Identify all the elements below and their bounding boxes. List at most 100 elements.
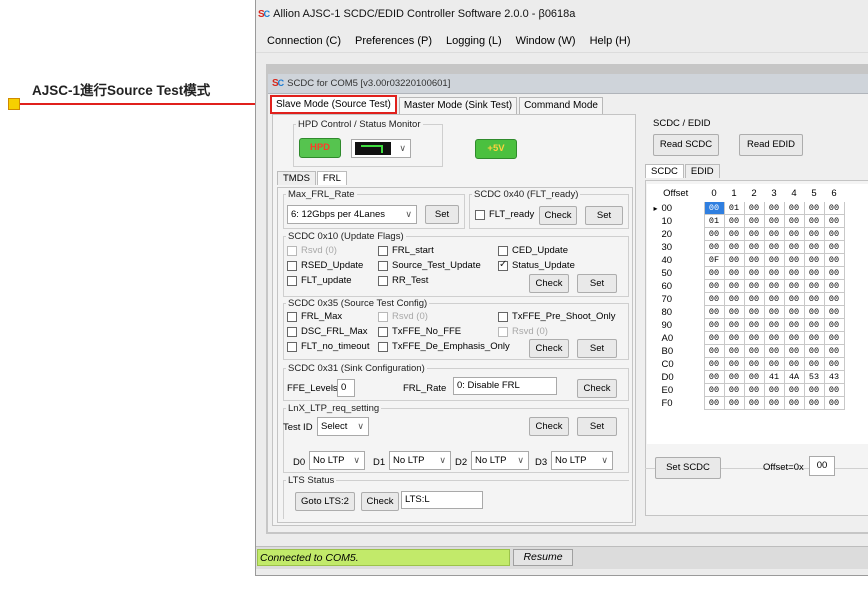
register-cell[interactable]: 00: [823, 227, 845, 241]
lts-status-field[interactable]: LTS:L: [401, 491, 483, 509]
max-frl-set-button[interactable]: Set: [425, 205, 459, 224]
register-cell[interactable]: 00: [803, 214, 825, 228]
source-test-update-checkbox[interactable]: Source_Test_Update: [378, 260, 481, 271]
register-cell[interactable]: 00: [703, 370, 725, 384]
register-cell[interactable]: 00: [743, 370, 765, 384]
register-cell[interactable]: 00: [763, 383, 785, 397]
register-cell[interactable]: 00: [803, 331, 825, 345]
register-cell[interactable]: 00: [783, 279, 805, 293]
x10-set-button[interactable]: Set: [577, 274, 617, 293]
txffe-no-ffe-checkbox[interactable]: TxFFE_No_FFE: [378, 326, 461, 337]
register-cell[interactable]: 00: [783, 344, 805, 358]
x31-check-button[interactable]: Check: [577, 379, 617, 398]
menu-help[interactable]: Help (H): [583, 30, 638, 52]
register-cell[interactable]: 00: [783, 266, 805, 280]
register-cell[interactable]: 00: [783, 357, 805, 371]
register-cell[interactable]: 00: [783, 292, 805, 306]
register-cell[interactable]: 00: [743, 318, 765, 332]
register-cell[interactable]: 00: [783, 201, 805, 215]
hpd-button[interactable]: HPD: [299, 138, 341, 158]
tab-master-mode[interactable]: Master Mode (Sink Test): [398, 97, 518, 114]
max-frl-select[interactable]: 6: 12Gbps per 4Lanes ∨: [287, 205, 417, 224]
goto-lts-button[interactable]: Goto LTS:2: [295, 492, 355, 511]
register-cell[interactable]: 00: [763, 266, 785, 280]
menu-window[interactable]: Window (W): [509, 30, 583, 52]
register-cell[interactable]: 00: [763, 214, 785, 228]
register-cell[interactable]: 00: [743, 383, 765, 397]
register-cell[interactable]: 00: [763, 331, 785, 345]
register-cell[interactable]: 00: [723, 331, 745, 345]
register-cell[interactable]: 00: [823, 279, 845, 293]
register-cell[interactable]: 00: [723, 253, 745, 267]
register-cell[interactable]: 00: [803, 357, 825, 371]
register-cell[interactable]: 00: [823, 253, 845, 267]
register-cell[interactable]: 00: [723, 305, 745, 319]
register-cell[interactable]: 00: [703, 266, 725, 280]
offset-field[interactable]: 00: [809, 456, 835, 476]
register-cell[interactable]: 00: [743, 331, 765, 345]
frl-rate-field[interactable]: 0: Disable FRL: [453, 377, 557, 395]
read-scdc-button[interactable]: Read SCDC: [653, 134, 719, 156]
register-cell[interactable]: 00: [763, 201, 785, 215]
register-cell[interactable]: 00: [723, 370, 745, 384]
register-cell[interactable]: 00: [703, 240, 725, 254]
register-cell[interactable]: 00: [763, 279, 785, 293]
read-edid-button[interactable]: Read EDID: [739, 134, 803, 156]
register-cell[interactable]: 41: [763, 370, 785, 384]
tab-tmds[interactable]: TMDS: [277, 171, 316, 185]
register-cell[interactable]: 00: [763, 396, 785, 410]
dsc-frl-max-checkbox[interactable]: DSC_FRL_Max: [287, 326, 368, 337]
register-cell[interactable]: 00: [703, 357, 725, 371]
lnx-check-button[interactable]: Check: [529, 417, 569, 436]
flt-no-timeout-checkbox[interactable]: FLT_no_timeout: [287, 341, 369, 352]
lane-d0-select[interactable]: No LTP ∨: [309, 451, 365, 470]
register-cell[interactable]: 00: [743, 214, 765, 228]
register-cell[interactable]: 00: [743, 305, 765, 319]
register-cell[interactable]: 00: [703, 201, 725, 215]
register-cell[interactable]: 00: [703, 383, 725, 397]
set-scdc-button[interactable]: Set SCDC: [655, 457, 721, 479]
rr-test-checkbox[interactable]: RR_Test: [378, 275, 428, 286]
rsed-update-checkbox[interactable]: RSED_Update: [287, 260, 363, 271]
x10-check-button[interactable]: Check: [529, 274, 569, 293]
flt-ready-checkbox[interactable]: FLT_ready: [475, 209, 534, 220]
register-cell[interactable]: 00: [723, 214, 745, 228]
x35-set-button[interactable]: Set: [577, 339, 617, 358]
tab-edid[interactable]: EDID: [684, 164, 720, 178]
register-cell[interactable]: 00: [743, 240, 765, 254]
frl-max-checkbox[interactable]: FRL_Max: [287, 311, 342, 322]
hpd-status-select[interactable]: ∨: [351, 139, 411, 158]
register-cell[interactable]: 00: [783, 318, 805, 332]
menu-connection[interactable]: Connection (C): [256, 30, 348, 52]
register-cell[interactable]: 00: [743, 201, 765, 215]
register-cell[interactable]: 00: [803, 292, 825, 306]
register-cell[interactable]: 00: [783, 396, 805, 410]
register-cell[interactable]: 00: [803, 279, 825, 293]
lane-d1-select[interactable]: No LTP ∨: [389, 451, 451, 470]
register-cell[interactable]: 00: [743, 279, 765, 293]
register-cell[interactable]: 00: [703, 331, 725, 345]
frl-start-checkbox[interactable]: FRL_start: [378, 245, 434, 256]
ffe-levels-field[interactable]: 0: [337, 379, 355, 397]
register-cell[interactable]: 00: [783, 331, 805, 345]
register-cell[interactable]: 00: [703, 292, 725, 306]
register-cell[interactable]: 00: [723, 396, 745, 410]
register-cell[interactable]: 00: [803, 383, 825, 397]
txffe-de-emphasis-checkbox[interactable]: TxFFE_De_Emphasis_Only: [378, 341, 510, 352]
register-cell[interactable]: 00: [723, 240, 745, 254]
register-cell[interactable]: 00: [723, 292, 745, 306]
menu-preferences[interactable]: Preferences (P): [348, 30, 439, 52]
register-cell[interactable]: 01: [703, 214, 725, 228]
ced-update-checkbox[interactable]: CED_Update: [498, 245, 568, 256]
register-cell[interactable]: 00: [823, 331, 845, 345]
register-cell[interactable]: 00: [723, 227, 745, 241]
register-cell[interactable]: 00: [703, 305, 725, 319]
register-cell[interactable]: 00: [763, 240, 785, 254]
register-cell[interactable]: 00: [723, 383, 745, 397]
lane-d2-select[interactable]: No LTP ∨: [471, 451, 529, 470]
register-cell[interactable]: 00: [763, 344, 785, 358]
5v-button[interactable]: +5V: [475, 139, 517, 159]
register-cell[interactable]: 00: [783, 305, 805, 319]
register-cell[interactable]: 43: [823, 370, 845, 384]
register-cell[interactable]: 0F: [703, 253, 725, 267]
